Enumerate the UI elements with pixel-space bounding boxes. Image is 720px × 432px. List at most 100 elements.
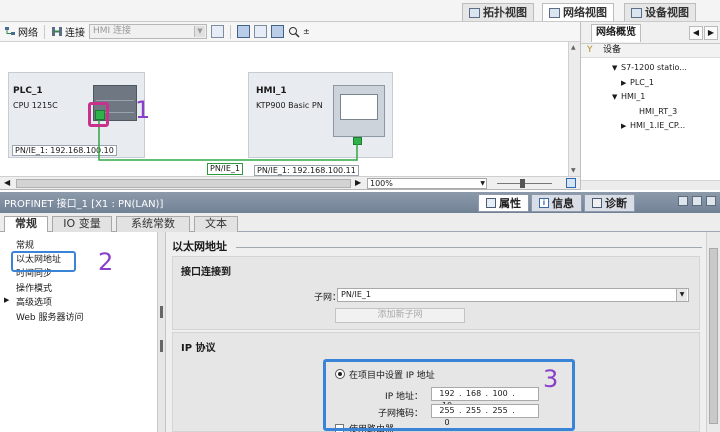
subnet-label[interactable]: PN/IE_1 [207, 163, 244, 175]
interface-group-title: 接口连接到 [181, 267, 231, 278]
device-column-label: 设备 [603, 45, 622, 55]
tab-label: 属性 [499, 197, 521, 210]
tab-general[interactable]: 常规 [4, 216, 48, 233]
scroll-up-icon[interactable]: ▲ [571, 44, 578, 51]
subnet-select[interactable]: PN/IE_1 ▼ [337, 288, 689, 302]
overview-tree-item[interactable]: ▼ HMI_1 [581, 90, 720, 105]
collapse-arrow-icon[interactable]: ▼ [612, 61, 621, 75]
overview-tree-item[interactable]: ▶ HMI_1.IE_CP... [581, 119, 720, 134]
tab-network-overview[interactable]: 网络概览 [591, 23, 641, 42]
splitter-grip [160, 340, 163, 352]
chevron-left-icon[interactable]: ◀ [689, 25, 703, 40]
network-canvas[interactable]: PLC_1 CPU 1215C PN/IE_1: 192.168.100.10 … [0, 42, 568, 176]
tab-label: 拓扑视图 [483, 6, 527, 19]
connection-icon [52, 27, 62, 36]
section-title: 以太网地址 [172, 240, 227, 253]
network-button[interactable]: 网络 [4, 24, 38, 39]
overview-tree: ▼ S7-1200 statio... ▶ PLC_1 ▼ HMI_1 HMI_RT_3 ▶ H… [581, 58, 720, 134]
tab-text[interactable]: 文本 [194, 216, 238, 232]
connect-label: 连接 [65, 28, 85, 39]
device-view-icon [631, 7, 642, 18]
canvas-bottom-bar: ◀ ▶ 100% ▼ [0, 176, 580, 190]
grid-view-icon[interactable] [254, 25, 267, 38]
properties-content: 以太网地址 接口连接到 子网： PN/IE_1 ▼ 添加新子网 IP 协议 在项… [166, 232, 706, 432]
ip-protocol-group-title: IP 协议 [181, 343, 216, 354]
expand-arrow-icon[interactable]: ▶ [621, 76, 630, 90]
tab-system-constants[interactable]: 系统常数 [116, 216, 190, 232]
tab-io-tags[interactable]: IO 变量 [52, 216, 112, 232]
overview-tree-label: PLC_1 [630, 77, 654, 87]
tab-info[interactable]: i 信息 [531, 194, 582, 212]
minimize-icon[interactable] [692, 196, 702, 206]
expand-arrow-icon[interactable]: ▶ [4, 296, 9, 304]
scroll-right-icon[interactable]: ▶ [355, 178, 361, 187]
scroll-thumb[interactable] [709, 248, 718, 424]
overview-column-header: Y 设备 [581, 44, 720, 58]
tab-device-view[interactable]: 设备视图 [624, 3, 696, 21]
zoom-select[interactable]: 100% ▼ [367, 178, 487, 189]
property-nav-tree: 常规 以太网地址 时间同步 操作模式 ▶ 高级选项 Web 服务器访问 2 [0, 232, 158, 432]
tab-properties[interactable]: 属性 [478, 194, 529, 212]
collapse-arrow-icon[interactable]: ▼ [612, 90, 621, 104]
tab-topology-view[interactable]: 拓扑视图 [462, 3, 534, 21]
view-tabs-bar: 拓扑视图 网络视图 设备视图 [0, 0, 720, 22]
horizontal-scroll-thumb[interactable] [16, 179, 351, 188]
nav-item-advanced-options[interactable]: 高级选项 [16, 295, 52, 308]
subnet-select-value: PN/IE_1 [341, 290, 372, 299]
properties-vertical-scrollbar[interactable] [706, 232, 720, 432]
splitter-grip [160, 306, 163, 318]
zoom-icon [289, 26, 300, 38]
scroll-left-icon[interactable]: ◀ [4, 178, 10, 187]
properties-icon [486, 198, 496, 208]
annotation-number-1: 1 [135, 96, 151, 124]
add-new-subnet-button[interactable]: 添加新子网 [335, 308, 465, 323]
inspector-header: PROFINET 接口_1 [X1 : PN(LAN)] 属性 i 信息 诊断 [0, 192, 720, 213]
fit-view-icon[interactable] [566, 178, 576, 188]
network-overview-panel: 网络概览 ◀ ▶ Y 设备 ▼ S7-1200 statio... ▶ PLC_1 ▼ H… [580, 22, 720, 190]
tab-diagnostics[interactable]: 诊断 [584, 194, 635, 212]
nav-item-web-server-access[interactable]: Web 服务器访问 [16, 310, 83, 323]
zoom-slider-handle[interactable] [520, 179, 525, 188]
zoom-value: 100% [370, 179, 393, 188]
overview-scrollbar[interactable] [581, 180, 720, 190]
inspector-tabs: 属性 i 信息 诊断 [478, 194, 635, 212]
relations-icon[interactable] [211, 25, 224, 38]
network-toolbar: 网络 连接 HMI 连接 ▼ ± [0, 22, 580, 42]
annotation-box-2 [11, 251, 76, 272]
canvas-vertical-scrollbar[interactable]: ▲ ▼ [568, 42, 580, 176]
chevron-down-icon: ▼ [676, 289, 687, 301]
zoom-menu-icon: ± [303, 27, 310, 36]
inspector-title: PROFINET 接口_1 [X1 : PN(LAN)] [4, 199, 164, 210]
table-view-icon[interactable] [271, 25, 284, 38]
scroll-down-icon[interactable]: ▼ [571, 167, 578, 174]
tab-label: 信息 [552, 197, 574, 210]
device-column-icon: Y [587, 45, 593, 55]
chevron-down-icon: ▼ [194, 26, 205, 37]
info-icon: i [539, 198, 549, 208]
overview-tree-label: S7-1200 statio... [621, 63, 687, 72]
network-view-icon [549, 7, 560, 18]
connect-button[interactable]: 连接 [51, 24, 85, 39]
chevron-down-icon: ▼ [480, 180, 485, 187]
expand-arrow-icon[interactable]: ▶ [621, 119, 630, 133]
zoom-button[interactable]: ± [288, 26, 310, 38]
connection-type-select[interactable]: HMI 连接 ▼ [89, 24, 207, 39]
nav-item-general[interactable]: 常规 [16, 238, 34, 251]
properties-tabstrip: 常规 IO 变量 系统常数 文本 [0, 213, 720, 233]
overview-tree-item[interactable]: ▼ S7-1200 statio... [581, 61, 720, 76]
chevron-right-icon[interactable]: ▶ [704, 25, 718, 40]
show-addresses-icon[interactable] [237, 25, 250, 38]
topology-view-icon [469, 7, 480, 18]
nav-item-operating-mode[interactable]: 操作模式 [16, 281, 52, 294]
inspector-window-buttons [678, 196, 716, 206]
overview-tree-item[interactable]: ▶ PLC_1 [581, 76, 720, 91]
tab-network-view[interactable]: 网络视图 [542, 3, 614, 21]
restore-icon[interactable] [678, 196, 688, 206]
diagnostics-icon [592, 198, 602, 208]
subnet-field-label: 子网： [313, 293, 341, 303]
annotation-box-3 [323, 359, 575, 431]
toolbar-divider [230, 24, 231, 39]
panel-splitter[interactable] [158, 232, 166, 432]
close-icon[interactable] [706, 196, 716, 206]
overview-tree-item[interactable]: HMI_RT_3 [581, 105, 720, 120]
